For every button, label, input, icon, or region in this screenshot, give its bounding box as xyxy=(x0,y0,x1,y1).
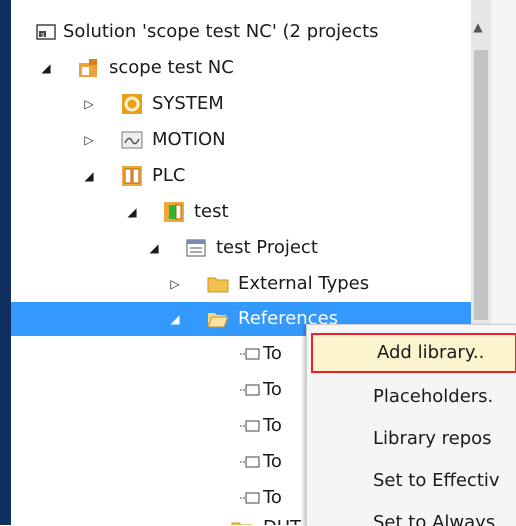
library-reference-icon xyxy=(239,415,261,437)
reference-label: To xyxy=(263,343,282,364)
dut-label: DUT xyxy=(263,510,301,525)
tree-row-project[interactable]: ◢ scope test NC xyxy=(11,50,471,86)
solution-icon: s xyxy=(35,21,57,43)
menu-item-label: Placeholders. xyxy=(373,386,494,407)
system-gear-icon xyxy=(121,93,143,115)
motion-label: MOTION xyxy=(152,129,226,150)
open-folder-icon xyxy=(207,308,229,330)
expanded-arrow-icon[interactable]: ◢ xyxy=(39,61,53,75)
scrollbar-thumb[interactable] xyxy=(474,50,488,320)
tree-row-test-project[interactable]: ◢ test Project xyxy=(11,230,471,266)
folder-icon xyxy=(207,273,229,295)
motion-icon xyxy=(121,129,143,151)
tree-row-system[interactable]: ▷ SYSTEM xyxy=(11,86,471,122)
tree-row-plc[interactable]: ◢ PLC xyxy=(11,158,471,194)
menu-item-label: Add library.. xyxy=(377,342,485,363)
reference-label: To xyxy=(263,451,282,472)
tree-row-external-types[interactable]: ▷ External Types xyxy=(11,266,471,302)
tree-row-test[interactable]: ◢ test xyxy=(11,194,471,230)
context-menu: Add library.. Placeholders. Library repo… xyxy=(306,324,516,526)
plc-code-project-icon xyxy=(185,237,207,259)
menu-item-label: Set to Always xyxy=(373,512,496,526)
solution-label: Solution 'scope test NC' (2 projects xyxy=(63,21,379,42)
svg-text:s: s xyxy=(41,31,45,39)
plc-project-icon xyxy=(163,201,185,223)
library-reference-icon xyxy=(239,343,261,365)
reference-label: To xyxy=(263,415,282,436)
scroll-up-arrow-icon[interactable]: ▲ xyxy=(469,20,487,36)
collapsed-arrow-icon[interactable]: ▷ xyxy=(82,97,96,111)
library-reference-icon xyxy=(239,451,261,473)
project-label: scope test NC xyxy=(109,57,234,78)
menu-item-label: Library repos xyxy=(373,428,492,449)
expanded-arrow-icon[interactable]: ◢ xyxy=(168,312,182,326)
tree-row-motion[interactable]: ▷ MOTION xyxy=(11,122,471,158)
menu-item-library-repository[interactable]: Library repos xyxy=(307,417,516,461)
collapsed-arrow-icon[interactable]: ▷ xyxy=(82,133,96,147)
folder-icon xyxy=(231,518,253,525)
library-reference-icon xyxy=(239,379,261,401)
menu-item-placeholders[interactable]: Placeholders. xyxy=(307,375,516,419)
system-label: SYSTEM xyxy=(152,93,224,114)
collapsed-arrow-icon[interactable]: ▷ xyxy=(168,277,182,291)
left-edge-bar xyxy=(0,0,11,525)
menu-item-set-to-effective[interactable]: Set to Effectiv xyxy=(307,459,516,503)
menu-item-set-to-always[interactable]: Set to Always xyxy=(307,501,516,526)
test-project-label: test Project xyxy=(216,237,318,258)
twincat-project-icon xyxy=(77,57,99,79)
expanded-arrow-icon[interactable]: ◢ xyxy=(125,205,139,219)
expanded-arrow-icon[interactable]: ◢ xyxy=(82,169,96,183)
plc-label: PLC xyxy=(152,165,186,186)
plc-icon xyxy=(121,165,143,187)
tree-row-solution[interactable]: s Solution 'scope test NC' (2 projects xyxy=(11,14,471,50)
menu-item-label: Set to Effectiv xyxy=(373,470,500,491)
test-label: test xyxy=(194,201,229,222)
menu-item-add-library[interactable]: Add library.. xyxy=(311,333,516,373)
expanded-arrow-icon[interactable]: ◢ xyxy=(147,241,161,255)
external-types-label: External Types xyxy=(238,273,370,294)
reference-label: To xyxy=(263,379,282,400)
library-reference-icon xyxy=(239,487,261,509)
